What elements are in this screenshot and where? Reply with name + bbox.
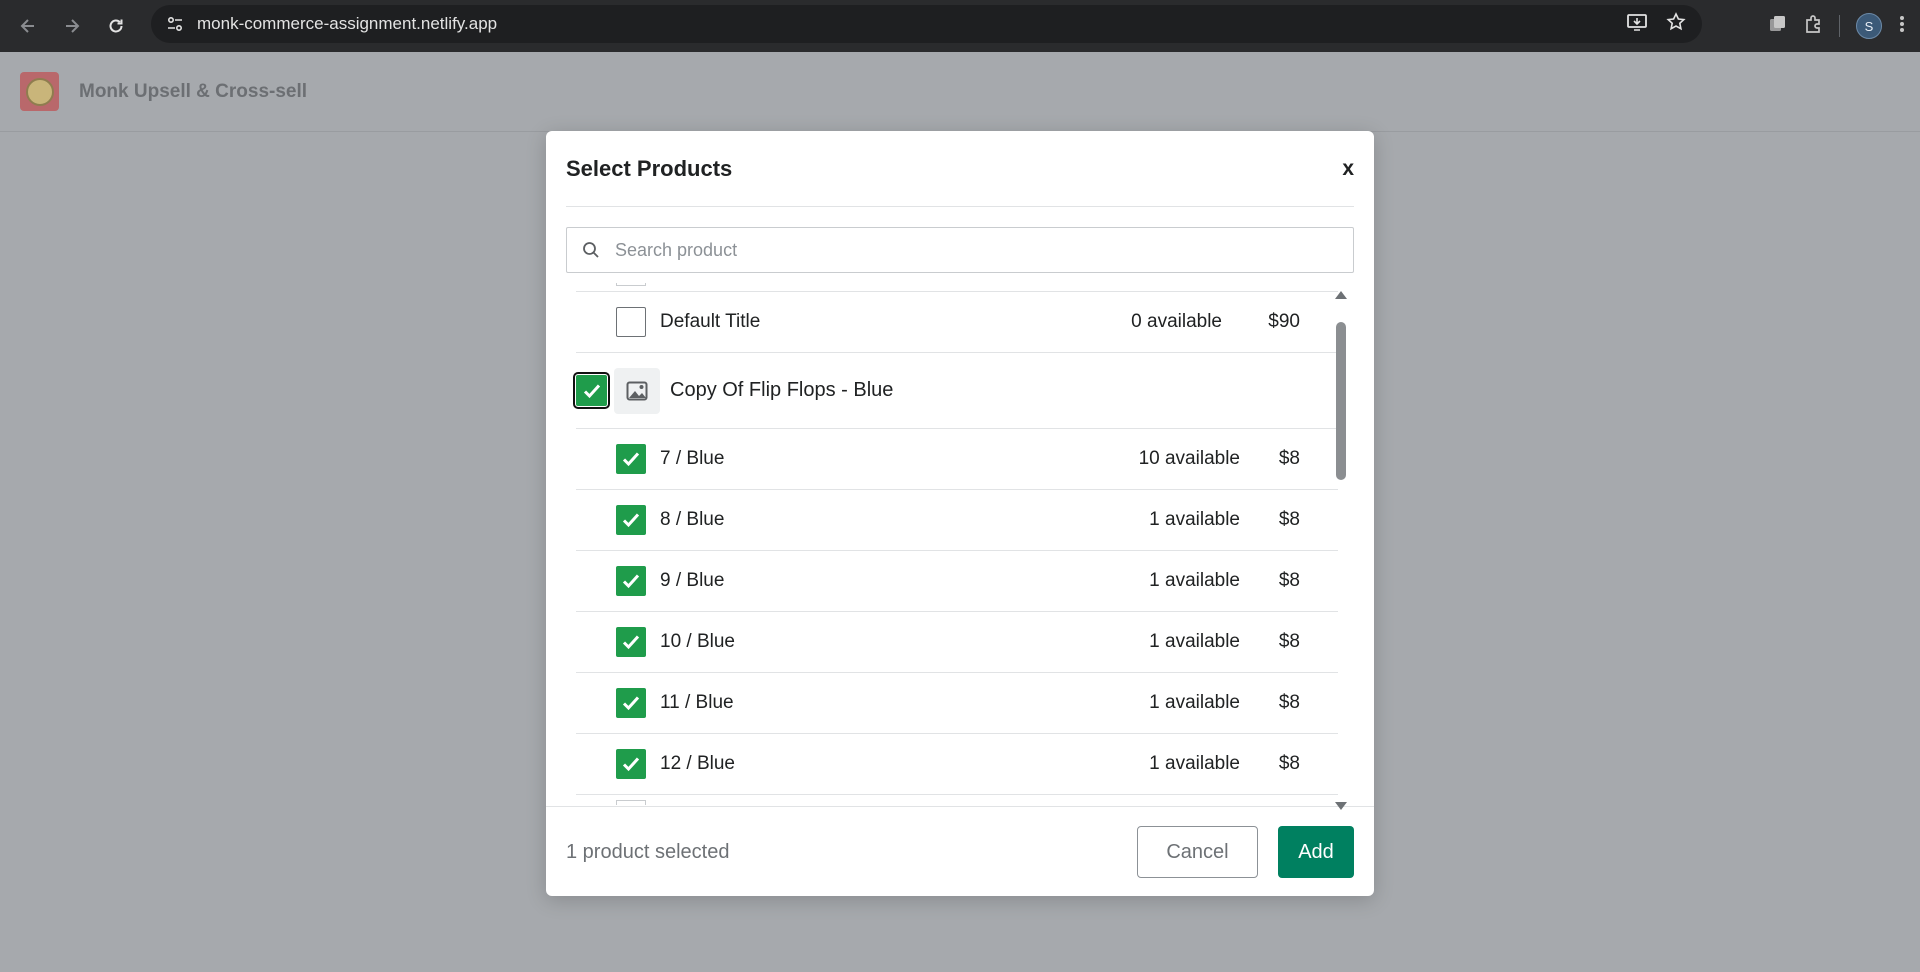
scroll-down-arrow-icon[interactable]	[1335, 802, 1347, 810]
variant-availability: 0 available	[1131, 311, 1222, 332]
install-app-icon[interactable]	[1626, 12, 1648, 37]
modal-footer: 1 product selected Cancel Add	[546, 806, 1374, 896]
variant-name: 10 / Blue	[660, 631, 735, 652]
search-icon	[581, 240, 601, 260]
search-box	[566, 227, 1354, 273]
variant-price: $8	[1278, 570, 1300, 591]
close-button[interactable]: x	[1342, 157, 1354, 181]
checkmark-icon	[583, 383, 600, 398]
variant-availability: 10 available	[1138, 448, 1240, 469]
tab-search-icon[interactable]	[1767, 14, 1787, 39]
variant-name: 11 / Blue	[660, 692, 734, 713]
checkmark-icon	[622, 452, 640, 467]
list-divider	[576, 283, 1338, 292]
modal-header: Select Products x	[566, 131, 1354, 207]
scroll-up-arrow-icon[interactable]	[1335, 291, 1347, 299]
menu-kebab-icon[interactable]	[1898, 14, 1906, 39]
list-scrollbar[interactable]	[1333, 287, 1347, 814]
variant-availability: 1 available	[1149, 570, 1240, 591]
variant-checkbox[interactable]	[616, 444, 646, 474]
variant-price: $90	[1268, 311, 1300, 332]
cancel-button[interactable]: Cancel	[1137, 826, 1258, 878]
variant-name: 7 / Blue	[660, 448, 725, 469]
variant-checkbox[interactable]	[616, 566, 646, 596]
add-button[interactable]: Add	[1278, 826, 1354, 878]
checkmark-icon	[622, 696, 640, 711]
site-info-icon[interactable]	[155, 5, 195, 43]
back-icon[interactable]	[6, 4, 50, 48]
app-header: Monk Upsell & Cross-sell	[0, 52, 1920, 132]
profile-avatar[interactable]: S	[1856, 13, 1882, 39]
modal-title: Select Products	[566, 155, 733, 181]
app-title: Monk Upsell & Cross-sell	[79, 80, 308, 102]
extensions-icon[interactable]	[1803, 14, 1823, 39]
variant-row[interactable]: 8 / Blue 1 available $8	[576, 490, 1338, 551]
checkmark-icon	[622, 635, 640, 650]
product-list[interactable]: Default Title 0 available $90 Copy Of Fl…	[566, 283, 1354, 805]
variant-row[interactable]: 9 / Blue 1 available $8	[576, 551, 1338, 612]
checkmark-icon	[622, 513, 640, 528]
browser-toolbar: monk-commerce-assignment.netlify.app S	[0, 0, 1920, 52]
variant-row[interactable]: 11 / Blue 1 available $8	[576, 673, 1338, 734]
variant-availability: 1 available	[1149, 692, 1240, 713]
variant-checkbox[interactable]	[616, 307, 646, 337]
monk-logo-icon	[20, 72, 59, 111]
partial-checkbox	[616, 800, 646, 805]
image-placeholder-icon	[614, 367, 660, 414]
variant-price: $8	[1278, 753, 1300, 774]
variant-checkbox[interactable]	[616, 688, 646, 718]
variant-row[interactable]: 7 / Blue 10 available $8	[576, 429, 1338, 490]
variant-price: $8	[1278, 448, 1300, 469]
variant-name: Default Title	[660, 311, 761, 332]
variant-price: $8	[1278, 509, 1300, 530]
product-row[interactable]: Copy Of Flip Flops - Blue	[573, 353, 1338, 429]
forward-icon[interactable]	[50, 4, 94, 48]
search-input[interactable]	[615, 239, 1315, 261]
product-checkbox[interactable]	[573, 372, 610, 409]
variant-price: $8	[1278, 692, 1300, 713]
address-bar[interactable]: monk-commerce-assignment.netlify.app	[151, 5, 1702, 43]
bookmark-star-icon[interactable]	[1666, 11, 1686, 37]
toolbar-divider	[1839, 15, 1840, 37]
reload-icon[interactable]	[94, 4, 138, 48]
selected-count: 1 product selected	[566, 841, 730, 863]
variant-checkbox[interactable]	[616, 749, 646, 779]
scrollbar-thumb[interactable]	[1336, 322, 1346, 480]
variant-checkbox[interactable]	[616, 627, 646, 657]
variant-row[interactable]: Default Title 0 available $90	[576, 292, 1338, 353]
variant-price: $8	[1278, 631, 1300, 652]
variant-availability: 1 available	[1149, 753, 1240, 774]
checkmark-icon	[622, 757, 640, 772]
variant-availability: 1 available	[1149, 509, 1240, 530]
variant-row[interactable]: 12 / Blue 1 available $8	[576, 734, 1338, 795]
variant-row[interactable]: 10 / Blue 1 available $8	[576, 612, 1338, 673]
checkmark-icon	[622, 574, 640, 589]
variant-name: 12 / Blue	[660, 753, 735, 774]
variant-availability: 1 available	[1149, 631, 1240, 652]
variant-name: 9 / Blue	[660, 570, 725, 591]
url-text[interactable]: monk-commerce-assignment.netlify.app	[197, 14, 497, 34]
variant-name: 8 / Blue	[660, 509, 725, 530]
select-products-modal: Select Products x Default Title 0 availa…	[546, 131, 1374, 896]
variant-checkbox[interactable]	[616, 505, 646, 535]
product-name: Copy Of Flip Flops - Blue	[670, 379, 894, 401]
